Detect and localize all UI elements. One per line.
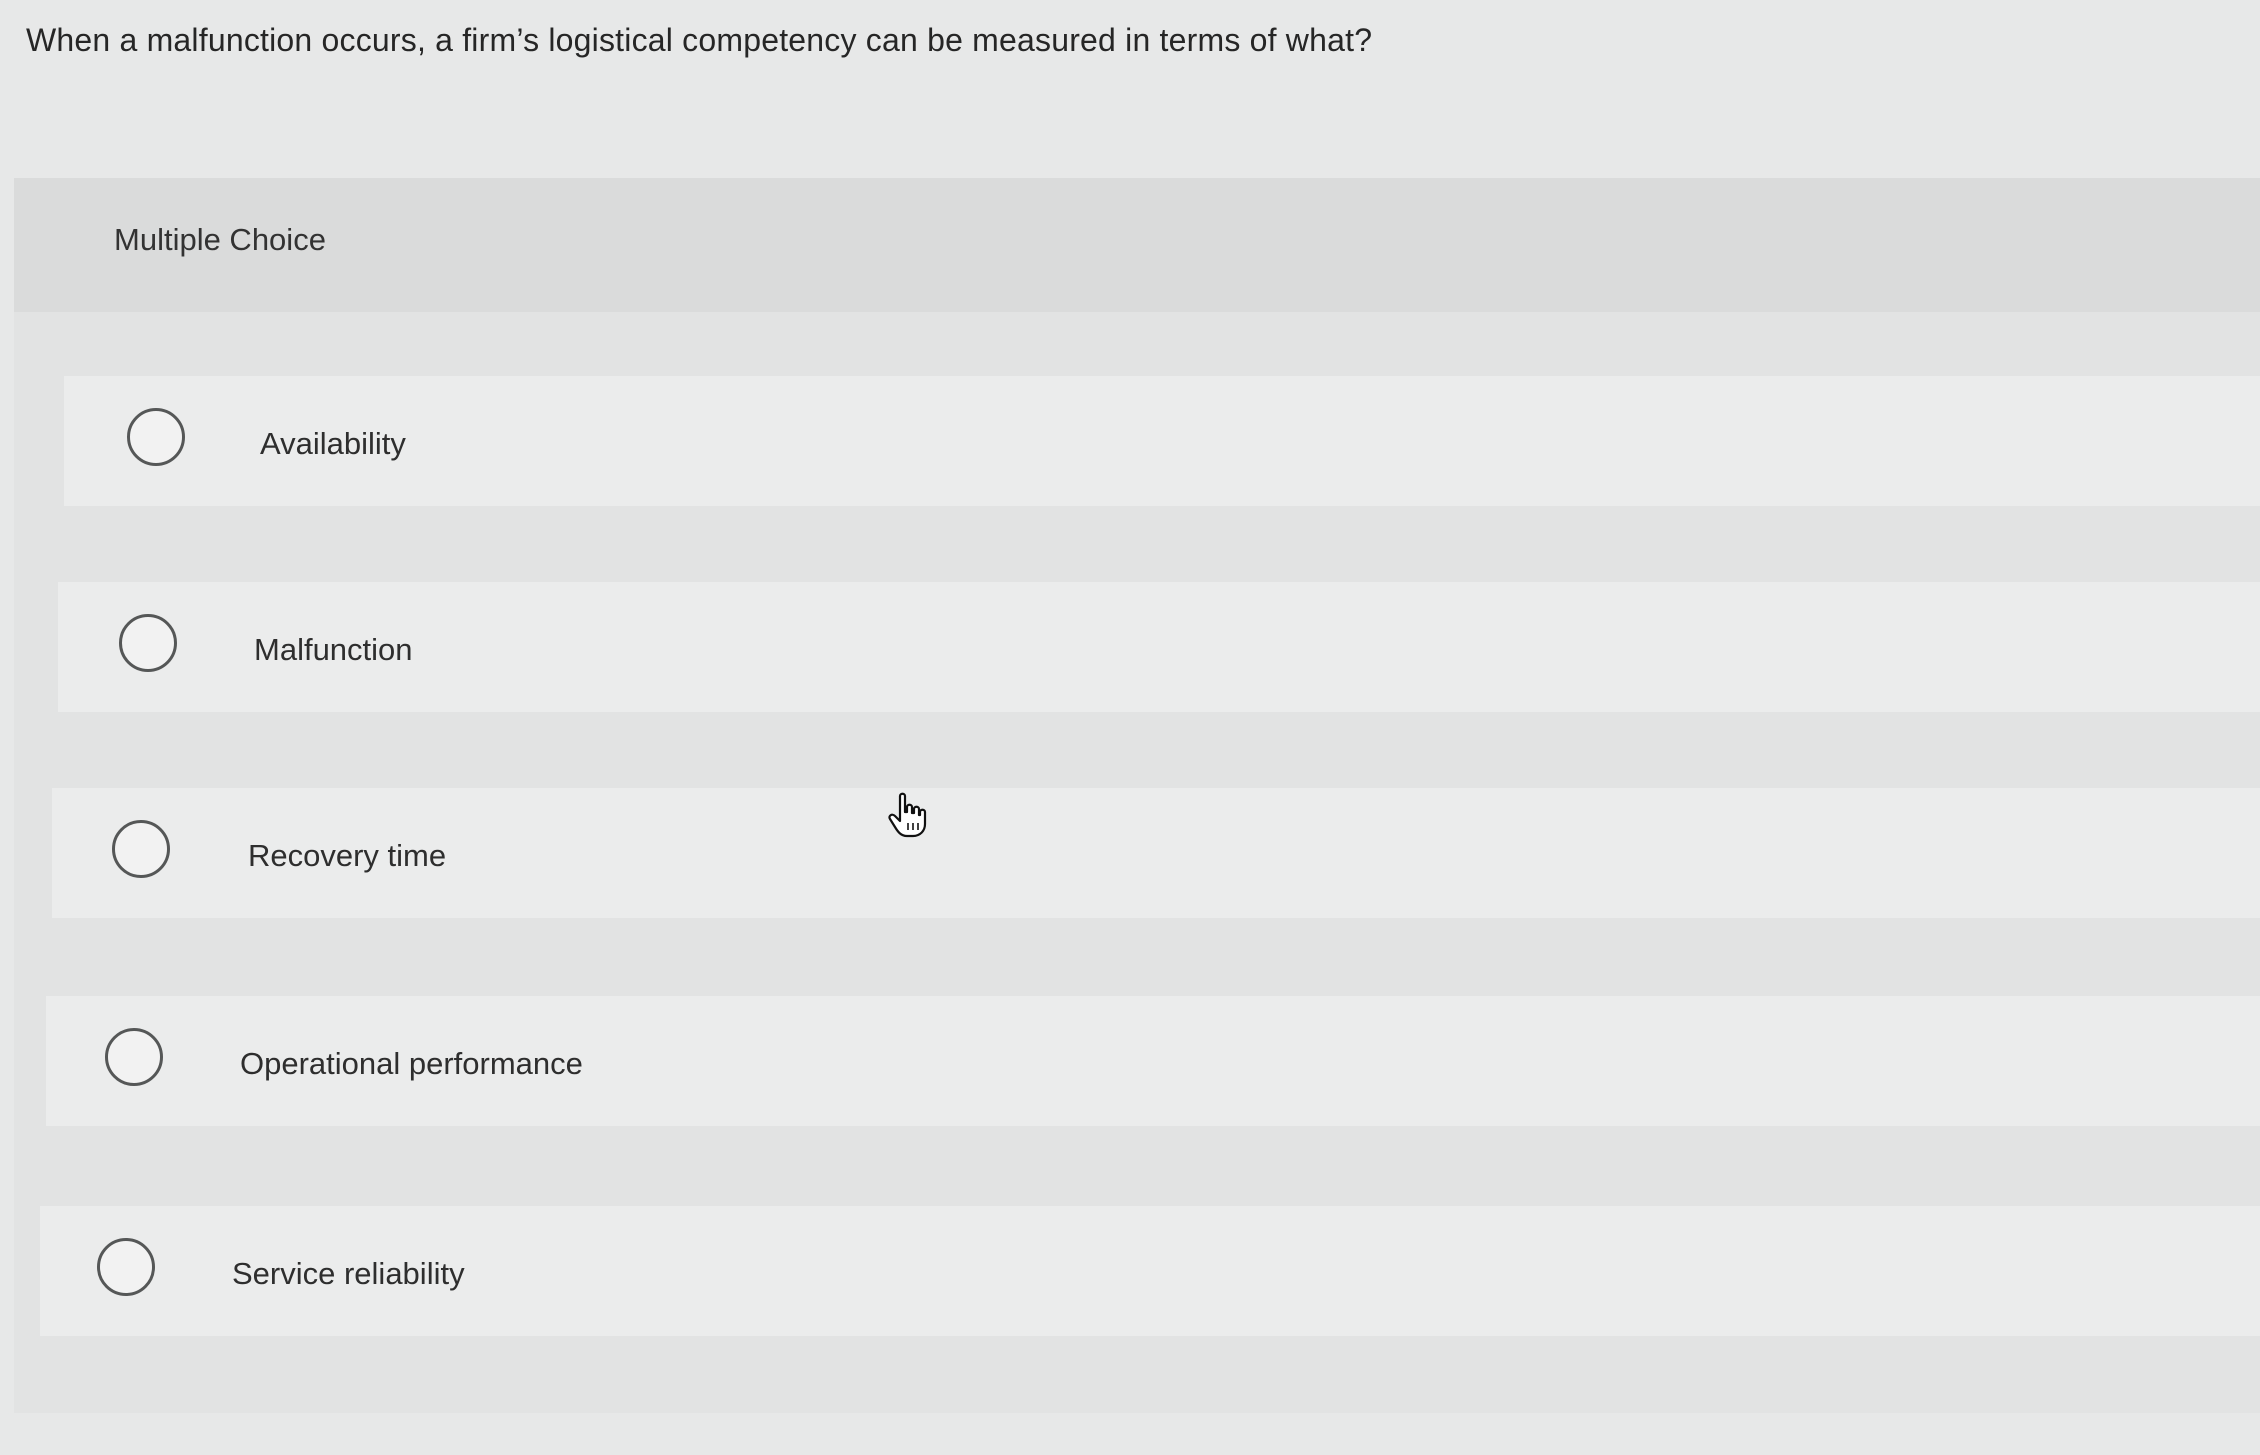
panel-title: Multiple Choice <box>114 222 326 257</box>
question-text: When a malfunction occurs, a firm’s logi… <box>26 22 1373 58</box>
radio-button[interactable] <box>119 614 177 672</box>
option-label: Recovery time <box>248 838 447 873</box>
option-availability[interactable]: Availability <box>64 376 2260 506</box>
panel-header: Multiple Choice <box>14 178 2260 312</box>
radio-button[interactable] <box>97 1238 155 1296</box>
radio-button[interactable] <box>127 408 185 466</box>
hand-pointer-icon <box>888 792 927 838</box>
radio-button[interactable] <box>105 1028 163 1086</box>
option-service-reliability[interactable]: Service reliability <box>40 1206 2260 1336</box>
option-label: Availability <box>260 426 406 461</box>
radio-button[interactable] <box>112 820 170 878</box>
option-operational-performance[interactable]: Operational performance <box>46 996 2260 1126</box>
option-label: Operational performance <box>240 1046 583 1081</box>
option-label: Malfunction <box>254 632 413 667</box>
option-recovery-time[interactable]: Recovery time <box>52 788 2260 918</box>
option-label: Service reliability <box>232 1256 465 1291</box>
option-malfunction[interactable]: Malfunction <box>58 582 2260 712</box>
